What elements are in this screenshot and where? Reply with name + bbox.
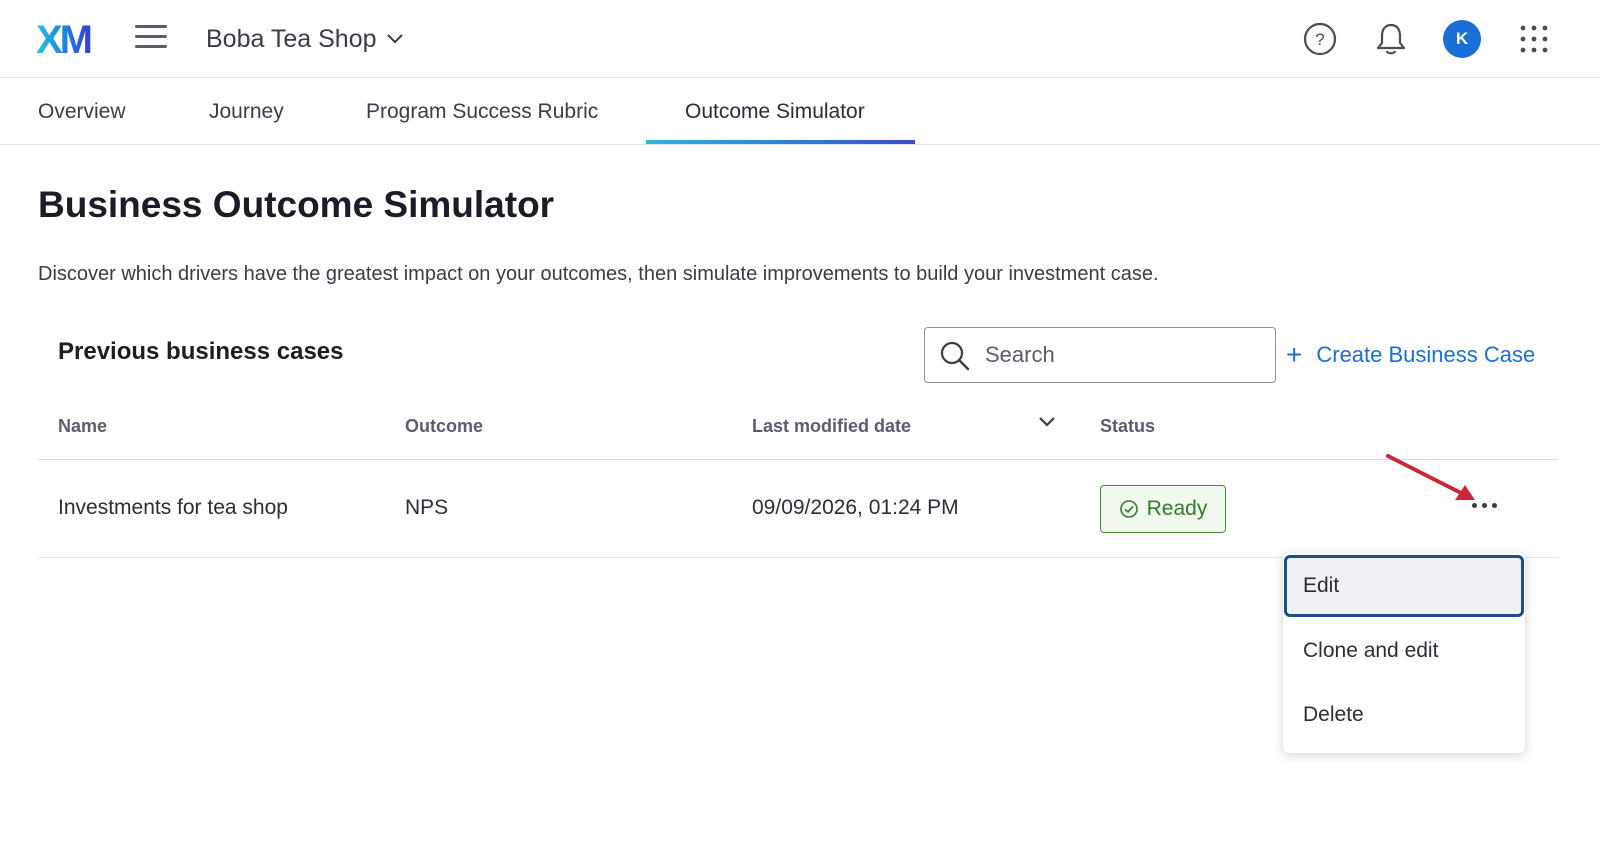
menu-item-clone-and-edit[interactable]: Clone and edit [1283,620,1525,682]
top-bar: XM Boba Tea Shop ? K [0,0,1600,78]
tab-journey[interactable]: Journey [209,78,284,145]
active-tab-indicator [646,140,915,144]
tab-overview[interactable]: Overview [38,78,126,145]
search-icon [940,341,970,371]
check-circle-icon [1119,500,1138,518]
column-header-outcome[interactable]: Outcome [405,416,483,437]
cell-last-modified: 09/09/2026, 01:24 PM [752,496,959,519]
plus-icon: + [1286,339,1303,370]
cell-name[interactable]: Investments for tea shop [58,496,288,520]
annotation-arrow [1386,454,1475,500]
svg-text:XM: XM [36,19,91,59]
help-icon[interactable]: ? [1301,20,1339,58]
tab-outcome-simulator[interactable]: Outcome Simulator [685,78,865,145]
column-header-status[interactable]: Status [1100,416,1155,437]
page-title: Business Outcome Simulator [38,184,555,225]
page-description: Discover which drivers have the greatest… [38,263,1159,285]
status-label: Ready [1146,497,1208,520]
menu-icon[interactable] [135,25,167,53]
xm-logo[interactable]: XM [36,18,98,62]
project-selector[interactable]: Boba Tea Shop [206,22,403,56]
tab-program-success-rubric[interactable]: Program Success Rubric [366,78,598,145]
cell-outcome: NPS [405,496,449,519]
project-name: Boba Tea Shop [206,24,377,53]
column-header-name[interactable]: Name [58,416,107,437]
avatar[interactable]: K [1443,20,1481,58]
bell-icon[interactable] [1372,20,1410,58]
avatar-initial: K [1455,29,1469,48]
menu-item-edit[interactable]: Edit [1284,555,1524,617]
section-title: Previous business cases [58,338,344,365]
more-dot [1491,502,1497,508]
search-input[interactable] [985,342,1255,368]
tab-bar: Overview Journey Program Success Rubric … [0,78,1600,145]
table-header: Name Outcome Last modified date Status [38,400,1558,460]
column-header-last-modified[interactable]: Last modified date [752,416,911,437]
create-business-case-button[interactable]: + Create Business Case [1286,334,1535,376]
search-box[interactable] [924,327,1276,383]
sort-chevron-down-icon[interactable] [1038,416,1056,428]
create-business-case-label: Create Business Case [1316,342,1536,367]
table-row[interactable]: Investments for tea shop NPS 09/09/2026,… [38,460,1558,558]
row-actions-menu: Edit Clone and edit Delete [1283,553,1525,753]
menu-item-delete[interactable]: Delete [1283,684,1525,746]
app-grid-icon[interactable] [1515,20,1553,58]
svg-text:?: ? [1315,30,1324,49]
status-badge: Ready [1100,485,1226,533]
chevron-down-icon [386,34,403,44]
